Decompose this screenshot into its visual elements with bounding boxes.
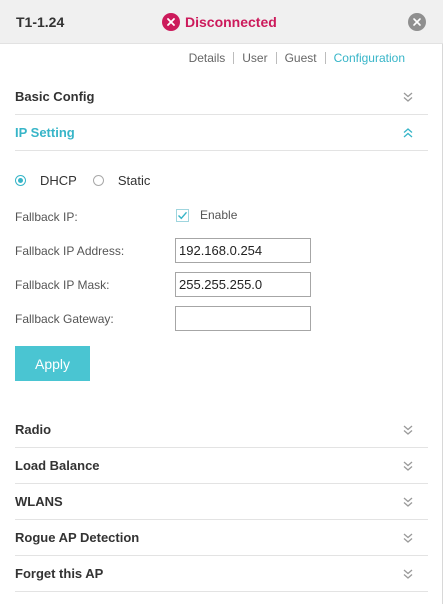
radio-selected-dot — [18, 178, 23, 183]
section-wlans[interactable]: WLANS — [15, 484, 428, 520]
tab-guest[interactable]: Guest — [285, 51, 317, 65]
section-title: WLANS — [15, 494, 63, 509]
connection-status: Disconnected — [162, 12, 277, 32]
section-forget-ap[interactable]: Forget this AP — [15, 556, 428, 592]
section-title: Radio — [15, 422, 52, 437]
device-name: T1-1.24 — [16, 14, 65, 30]
status-text: Disconnected — [185, 14, 277, 30]
tab-user[interactable]: User — [242, 51, 267, 65]
chevron-double-down-icon — [403, 92, 413, 102]
panel-tabs: Details User Guest Configuration — [189, 51, 405, 65]
chevron-double-down-icon — [403, 461, 413, 471]
fallback-gateway-input[interactable] — [175, 306, 311, 331]
tab-divider — [233, 52, 235, 64]
tab-details[interactable]: Details — [189, 51, 226, 65]
fallback-mask-label: Fallback IP Mask: — [15, 278, 110, 292]
fallback-address-label: Fallback IP Address: — [15, 244, 125, 258]
section-title: Rogue AP Detection — [15, 530, 140, 545]
section-title: Basic Config — [15, 89, 95, 104]
section-title: Forget this AP — [15, 566, 104, 581]
chevron-double-up-icon — [403, 128, 413, 138]
dhcp-label: DHCP — [40, 173, 77, 188]
chevron-double-down-icon — [403, 425, 413, 435]
section-title: Load Balance — [15, 458, 100, 473]
section-basic-config[interactable]: Basic Config — [15, 79, 428, 115]
close-icon — [413, 18, 421, 26]
check-icon — [178, 211, 188, 219]
chevron-double-down-icon — [403, 569, 413, 579]
section-title: IP Setting — [15, 125, 75, 140]
section-ip-setting[interactable]: IP Setting — [15, 115, 428, 151]
tab-configuration[interactable]: Configuration — [334, 51, 405, 65]
fallback-mask-input[interactable] — [175, 272, 311, 297]
static-label: Static — [117, 173, 151, 188]
fallback-ip-label: Fallback IP: — [15, 210, 78, 224]
section-radio[interactable]: Radio — [15, 412, 428, 448]
tab-divider — [324, 52, 326, 64]
fallback-enable: Enable — [176, 208, 237, 222]
apply-button[interactable]: Apply — [15, 346, 90, 381]
tab-divider — [275, 52, 277, 64]
close-button[interactable] — [408, 13, 426, 31]
chevron-double-down-icon — [403, 533, 413, 543]
panel-header: T1-1.24 Disconnected — [0, 0, 443, 44]
fallback-address-input[interactable] — [175, 238, 311, 263]
dhcp-radio[interactable] — [15, 175, 26, 186]
static-radio[interactable] — [92, 175, 104, 186]
chevron-double-down-icon — [403, 497, 413, 507]
x-circle-icon — [162, 13, 180, 31]
ip-mode-radio-group: DHCP Static — [15, 173, 150, 188]
fallback-enable-label: Enable — [200, 208, 238, 222]
section-rogue-ap-detection[interactable]: Rogue AP Detection — [15, 520, 428, 556]
ap-config-panel: T1-1.24 Disconnected Details User Guest … — [0, 0, 443, 604]
section-load-balance[interactable]: Load Balance — [15, 448, 428, 484]
fallback-enable-checkbox[interactable] — [176, 208, 189, 222]
fallback-gateway-label: Fallback Gateway: — [15, 312, 114, 326]
